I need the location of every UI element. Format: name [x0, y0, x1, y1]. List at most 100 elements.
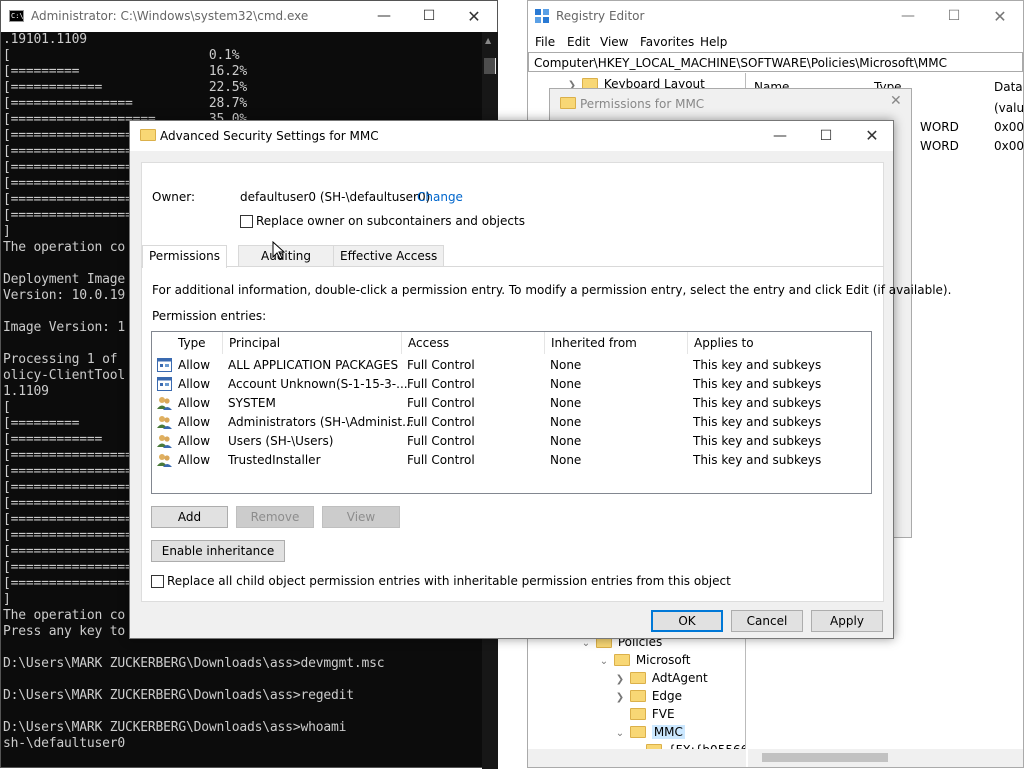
advanced-titlebar[interactable]: Advanced Security Settings for MMC — ☐ ✕	[130, 121, 893, 151]
tree-item-edge[interactable]: ❯ Edge	[614, 687, 682, 705]
cancel-button[interactable]: Cancel	[731, 610, 803, 632]
replace-owner-label: Replace owner on subcontainers and objec…	[256, 214, 525, 228]
minimize-icon[interactable]: —	[885, 1, 931, 32]
tree-h-scrollbar[interactable]	[528, 749, 746, 767]
cell-applies: This key and subkeys	[693, 434, 822, 448]
cell-inherited: None	[550, 358, 582, 372]
cell-principal: TrustedInstaller	[228, 453, 321, 467]
ok-button[interactable]: OK	[651, 610, 723, 632]
maximize-icon[interactable]: ☐	[803, 121, 849, 151]
tree-item-microsoft[interactable]: ⌄ Microsoft	[598, 651, 691, 671]
advanced-title: Advanced Security Settings for MMC	[160, 129, 379, 143]
view-button[interactable]: View	[322, 506, 400, 528]
permission-entries-table[interactable]: Type Principal Access Inherited from App…	[151, 331, 872, 494]
cmd-title: Administrator: C:\Windows\system32\cmd.e…	[31, 9, 309, 23]
cmd-titlebar[interactable]: C:\ Administrator: C:\Windows\system32\c…	[1, 1, 497, 32]
scroll-thumb[interactable]	[762, 753, 888, 762]
column-access[interactable]: Access	[402, 332, 545, 354]
maximize-icon[interactable]: ☐	[406, 1, 452, 32]
menu-favorites[interactable]: Favorites	[640, 35, 694, 49]
scroll-up-icon[interactable]: ▲	[485, 36, 491, 45]
chevron-down-icon[interactable]: ⌄	[614, 725, 626, 743]
tree-item-adtagent[interactable]: ❯ AdtAgent	[614, 669, 708, 687]
tab-effective-access[interactable]: Effective Access	[333, 245, 445, 267]
cell-principal: Users (SH-\Users)	[228, 434, 334, 448]
change-owner-link[interactable]: Change	[417, 190, 463, 204]
cmd-line	[3, 704, 481, 720]
value-data[interactable]: 0x000	[994, 137, 1024, 155]
cmd-line: sh-\defaultuser0	[3, 736, 126, 751]
users-icon	[157, 434, 172, 448]
tab-auditing[interactable]: Auditing	[238, 245, 335, 267]
cell-type: Allow	[178, 434, 211, 448]
table-row[interactable]: Allow TrustedInstaller Full Control None Thi…	[152, 451, 871, 470]
cmd-line: [============ 22.5%	[3, 80, 248, 95]
users-icon	[157, 415, 172, 429]
value-data[interactable]: (valu	[994, 99, 1024, 117]
cmd-line: [ 0.1%	[3, 48, 240, 63]
tree-item-mmc[interactable]: ⌄ MMC	[614, 723, 685, 741]
cmd-line: .19101.1109	[3, 32, 87, 47]
cmd-line: D:\Users\MARK ZUCKERBERG\Downloads\ass>r…	[3, 688, 354, 703]
tree-item-fve[interactable]: FVE	[614, 705, 675, 723]
cell-applies: This key and subkeys	[693, 396, 822, 410]
menu-edit[interactable]: Edit	[567, 35, 590, 49]
folder-icon	[629, 708, 646, 720]
regedit-menubar: File Edit View Favorites Help	[528, 33, 1023, 53]
cell-access: Full Control	[407, 377, 475, 391]
column-principal[interactable]: Principal	[223, 332, 402, 354]
menu-help[interactable]: Help	[700, 35, 727, 49]
table-row[interactable]: Allow ALL APPLICATION PACKAGES Full Contro…	[152, 356, 871, 375]
table-row[interactable]: Allow Users (SH-\Users) Full Control None Th…	[152, 432, 871, 451]
value-data[interactable]: 0x000	[994, 118, 1024, 136]
value-type[interactable]: WORD	[920, 137, 959, 155]
column-inherited-from[interactable]: Inherited from	[545, 332, 688, 354]
cell-access: Full Control	[407, 415, 475, 429]
cell-inherited: None	[550, 453, 582, 467]
menu-view[interactable]: View	[600, 35, 628, 49]
close-icon[interactable]: ✕	[890, 93, 902, 109]
cell-access: Full Control	[407, 453, 475, 467]
owner-label: Owner:	[152, 190, 196, 204]
info-text: For additional information, double-click…	[152, 283, 952, 297]
close-icon[interactable]: ✕	[977, 1, 1023, 32]
maximize-icon[interactable]: ☐	[931, 1, 977, 32]
minimize-icon[interactable]: —	[757, 121, 803, 151]
folder-icon	[629, 672, 646, 684]
column-data[interactable]: Data	[994, 80, 1023, 94]
permissions-title: Permissions for MMC	[580, 97, 705, 111]
replace-child-checkbox[interactable]	[151, 575, 164, 588]
cell-applies: This key and subkeys	[693, 415, 822, 429]
entries-label: Permission entries:	[152, 309, 267, 323]
advanced-security-dialog[interactable]: Advanced Security Settings for MMC — ☐ ✕…	[129, 120, 951, 639]
cmd-line: [========= 16.2%	[3, 64, 248, 79]
scroll-thumb[interactable]	[484, 58, 496, 74]
mouse-cursor-icon	[272, 241, 286, 260]
table-row[interactable]: Allow Account Unknown(S-1-15-3-... Full Co…	[152, 375, 871, 394]
table-row[interactable]: Allow SYSTEM Full Control None This key and …	[152, 394, 871, 413]
add-button[interactable]: Add	[151, 506, 228, 528]
folder-icon	[140, 129, 156, 141]
table-row[interactable]: Allow Administrators (SH-\Administ... Full…	[152, 413, 871, 432]
close-icon[interactable]: ✕	[849, 121, 895, 151]
cmd-line	[3, 640, 481, 656]
cell-access: Full Control	[407, 434, 475, 448]
enable-inheritance-button[interactable]: Enable inheritance	[151, 540, 285, 562]
close-icon[interactable]: ✕	[451, 1, 497, 32]
list-h-scrollbar[interactable]	[748, 749, 1023, 767]
tab-permissions[interactable]: Permissions	[142, 245, 227, 268]
remove-button[interactable]: Remove	[236, 506, 314, 528]
cmd-line: D:\Users\MARK ZUCKERBERG\Downloads\ass>w…	[3, 720, 347, 735]
column-applies-to[interactable]: Applies to	[688, 332, 871, 354]
apply-button[interactable]: Apply	[811, 610, 883, 632]
app-packages-icon	[157, 377, 172, 391]
cell-inherited: None	[550, 415, 582, 429]
menu-file[interactable]: File	[535, 35, 555, 49]
address-bar[interactable]: Computer\HKEY_LOCAL_MACHINE\SOFTWARE\Pol…	[528, 52, 1023, 72]
chevron-down-icon[interactable]: ⌄	[598, 653, 610, 671]
value-type[interactable]: WORD	[920, 118, 959, 136]
replace-owner-checkbox[interactable]	[240, 215, 253, 228]
column-type[interactable]: Type	[172, 332, 223, 354]
minimize-icon[interactable]: —	[361, 1, 407, 32]
cell-inherited: None	[550, 434, 582, 448]
